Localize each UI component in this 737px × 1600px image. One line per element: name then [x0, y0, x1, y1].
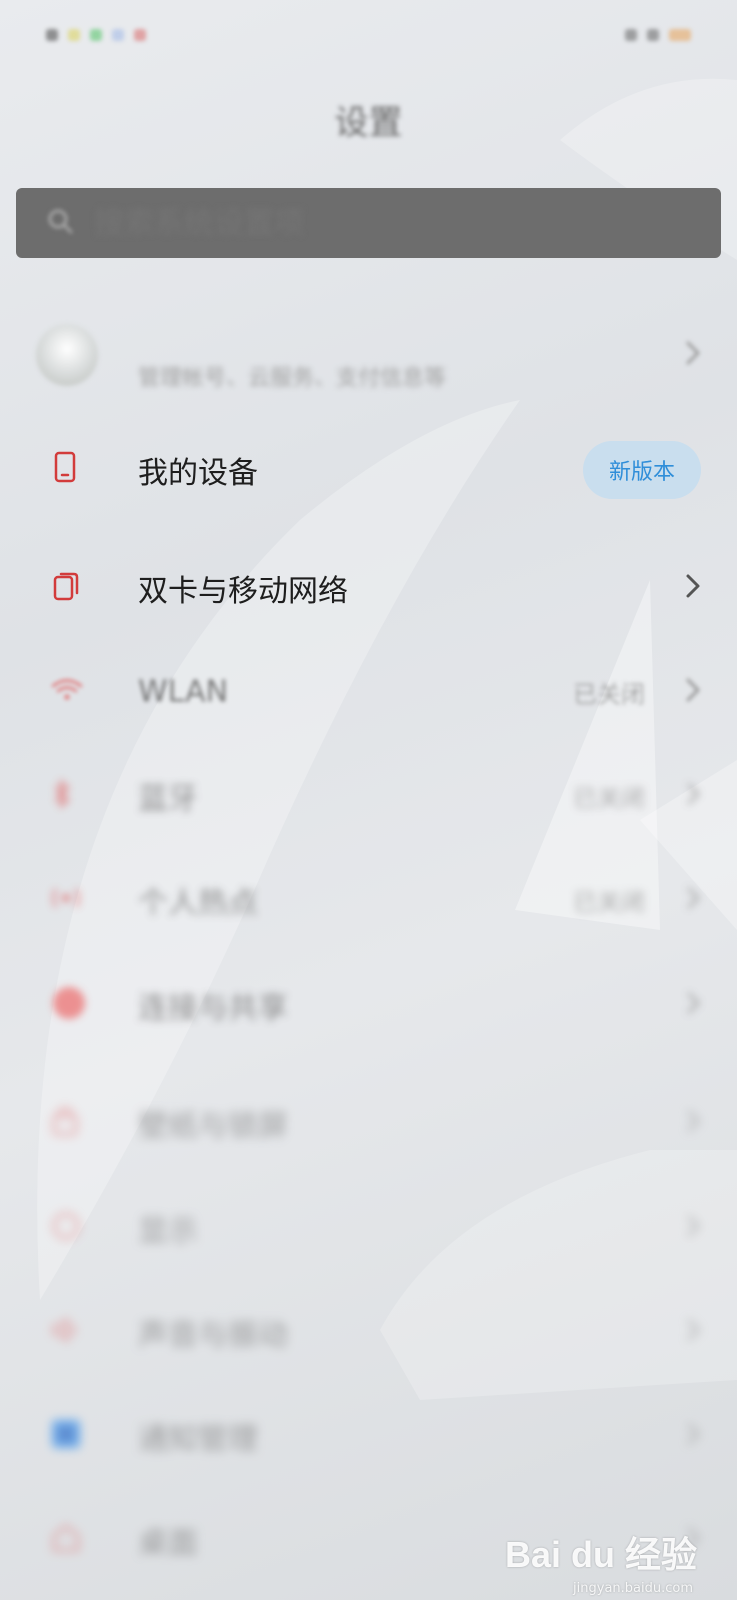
- settings-item-hotspot[interactable]: 个人热点 已关闭: [0, 850, 737, 950]
- settings-item-bluetooth[interactable]: 蓝牙 已关闭: [0, 746, 737, 846]
- settings-item-display[interactable]: 显示: [0, 1178, 737, 1278]
- search-input[interactable]: [92, 204, 656, 242]
- settings-item-label: 声音与振动: [138, 1318, 288, 1353]
- status-bar: [0, 0, 737, 70]
- chevron-right-icon: [685, 573, 701, 603]
- lock-screen-icon: [50, 1104, 80, 1142]
- notification-icon: [46, 29, 58, 41]
- chevron-right-icon: [685, 677, 701, 707]
- settings-item-label: 连接与共享: [138, 991, 288, 1026]
- search-icon: [46, 207, 74, 239]
- settings-item-value: 已关闭: [573, 680, 645, 709]
- watermark-text: Bai du 经验: [504, 1534, 697, 1575]
- app-icon: [112, 29, 124, 41]
- wifi-status-icon: [647, 29, 659, 41]
- settings-item-notifications[interactable]: 通知管理: [0, 1386, 737, 1486]
- account-row[interactable]: 管理帐号、云服务、支付信息等: [0, 300, 737, 410]
- chevron-right-icon: [685, 885, 701, 915]
- settings-item-connection-sharing[interactable]: 连接与共享: [0, 955, 737, 1055]
- settings-item-label: 桌面: [138, 1526, 198, 1561]
- watermark-sub: jingyan.baidu.com: [573, 1581, 693, 1596]
- display-icon: [50, 1210, 82, 1246]
- account-subtitle: 管理帐号、云服务、支付信息等: [138, 366, 447, 391]
- dual-sim-icon: [50, 569, 82, 607]
- settings-item-label: 通知管理: [138, 1422, 258, 1457]
- settings-item-wlan[interactable]: WLAN 已关闭: [0, 642, 737, 742]
- settings-item-dual-sim[interactable]: 双卡与移动网络: [0, 538, 737, 638]
- settings-item-label: 壁纸与锁屏: [138, 1109, 288, 1144]
- avatar: [36, 324, 98, 386]
- new-version-badge[interactable]: 新版本: [582, 441, 701, 499]
- status-left: [36, 29, 146, 41]
- search-bar[interactable]: [16, 188, 721, 258]
- settings-item-my-device[interactable]: 我的设备 新版本: [0, 420, 737, 520]
- app-icon: [90, 29, 102, 41]
- wifi-icon: [50, 677, 84, 707]
- chevron-right-icon: [685, 1108, 701, 1138]
- settings-item-label: WLAN: [138, 674, 229, 710]
- settings-item-value: 已关闭: [573, 784, 645, 813]
- chevron-right-icon: [685, 1421, 701, 1451]
- hotspot-icon: [50, 883, 82, 917]
- chevron-right-icon: [685, 1213, 701, 1243]
- settings-item-wallpaper-lockscreen[interactable]: 壁纸与锁屏: [0, 1073, 737, 1173]
- connection-sharing-icon: [50, 984, 88, 1026]
- settings-item-label: 我的设备: [138, 456, 258, 491]
- notification-icon: [50, 1418, 82, 1454]
- battery-icon: [669, 29, 691, 41]
- app-icon: [134, 29, 146, 41]
- app-icon: [68, 29, 80, 41]
- settings-item-label: 个人热点: [138, 886, 258, 921]
- chevron-right-icon: [685, 1317, 701, 1347]
- chevron-right-icon: [685, 781, 701, 811]
- settings-item-value: 已关闭: [573, 888, 645, 917]
- bluetooth-icon: [50, 779, 74, 813]
- chevron-right-icon: [685, 990, 701, 1020]
- settings-item-label: 双卡与移动网络: [138, 574, 348, 609]
- baidu-watermark: Bai du 经验 jingyan.baidu.com: [504, 1526, 697, 1596]
- settings-item-sound[interactable]: 声音与振动: [0, 1282, 737, 1382]
- settings-item-label: 显示: [138, 1214, 198, 1249]
- status-right: [625, 29, 701, 41]
- signal-icon: [625, 29, 637, 41]
- page-title: 设置: [334, 103, 403, 143]
- sound-icon: [50, 1315, 82, 1349]
- settings-item-label: 蓝牙: [138, 782, 198, 817]
- desktop-icon: [50, 1522, 82, 1558]
- phone-outline-icon: [50, 451, 80, 489]
- chevron-right-icon: [685, 340, 701, 370]
